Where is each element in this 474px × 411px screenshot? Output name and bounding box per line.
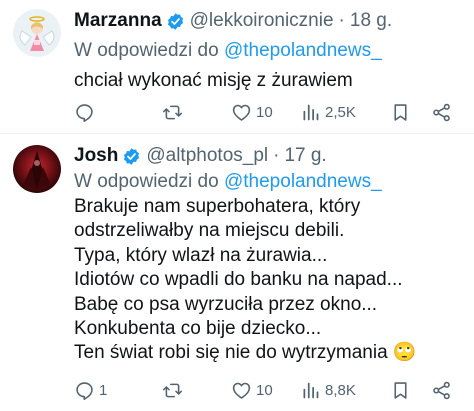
author-handle[interactable]: @lekkoironicznie (190, 9, 334, 33)
share-icon (433, 103, 450, 121)
author-name[interactable]: Marzanna (74, 9, 162, 33)
tweet[interactable]: Josh @altphotos_pl · 17 g. W odpowiedzi … (0, 134, 474, 411)
reply-icon (76, 103, 93, 122)
verified-badge-icon (124, 147, 140, 165)
retweet-icon (162, 383, 183, 397)
share-button[interactable] (431, 100, 452, 124)
retweet-icon (162, 105, 183, 119)
tweet-text-line: Idiotów co wpadli do banku na napad... (74, 269, 403, 291)
author-name[interactable]: Josh (74, 144, 118, 168)
like-count: 10 (256, 103, 273, 121)
avatar[interactable] (13, 145, 61, 193)
reply-context: W odpowiedzi do @thepolandnews_ (74, 170, 382, 194)
share-button[interactable] (431, 378, 452, 402)
views-icon (303, 104, 319, 120)
reply-icon (76, 381, 93, 400)
bookmark-button[interactable] (390, 100, 411, 124)
timestamp[interactable]: 18 g. (350, 9, 392, 33)
timestamp[interactable]: 17 g. (284, 144, 326, 168)
views-button[interactable]: 8,8K (300, 378, 356, 402)
reply-prefix: W odpowiedzi do (74, 171, 219, 192)
reply-context: W odpowiedzi do @thepolandnews_ (74, 39, 382, 63)
views-button[interactable]: 2,5K (300, 100, 356, 124)
views-count: 2,5K (325, 103, 356, 121)
bookmark-button[interactable] (390, 378, 411, 402)
angel-avatar-icon (13, 9, 61, 57)
bookmark-icon (394, 381, 407, 399)
tweet-header: Josh @altphotos_pl · 17 g. (74, 144, 327, 168)
heart-icon (232, 382, 251, 399)
action-bar: 1 10 8,8K (74, 378, 464, 402)
tweet-text-line: Brakuje nam superbohatera, który (74, 196, 361, 217)
views-icon (303, 382, 319, 398)
reply-mention-link[interactable]: @thepolandnews_ (224, 171, 382, 192)
tweet-text-line: odstrzeliwałby na miejscu debili. (74, 220, 345, 242)
like-button[interactable]: 10 (231, 100, 273, 124)
tweet-text-line: Typa, który wlazł na żurawia... (74, 244, 328, 266)
share-icon (433, 381, 450, 399)
like-button[interactable]: 10 (231, 378, 273, 402)
reply-mention-link[interactable]: @thepolandnews_ (224, 40, 382, 61)
like-count: 10 (256, 381, 273, 399)
avatar[interactable] (13, 9, 61, 57)
tweet-text-line: Babę co psa wyrzuciła przez okno... (74, 293, 378, 315)
dark-red-avatar-icon (13, 145, 61, 193)
action-bar: 10 2,5K (74, 100, 464, 124)
reply-count: 1 (99, 381, 108, 399)
separator-dot: · (338, 10, 345, 31)
tweet-header: Marzanna @lekkoironicznie · 18 g. (74, 9, 392, 33)
retweet-button[interactable] (162, 100, 187, 124)
tweet-text: Brakuje nam superbohatera, który odstrze… (74, 195, 469, 366)
reply-button[interactable]: 1 (74, 378, 107, 402)
reply-button[interactable] (74, 100, 99, 124)
tweet-text-line: chciał wykonać misję z żurawiem (74, 70, 353, 91)
views-count: 8,8K (325, 381, 356, 399)
separator-dot: · (273, 145, 280, 166)
tweet-text-line: Ten świat robi się nie do wytrzymania 🙄 (74, 342, 417, 364)
author-handle[interactable]: @altphotos_pl (146, 144, 268, 168)
tweet-text: chciał wykonać misję z żurawiem (74, 69, 469, 93)
bookmark-icon (394, 103, 407, 121)
reply-prefix: W odpowiedzi do (74, 40, 219, 61)
heart-icon (232, 104, 251, 121)
tweet-text-line: Konkubenta co bije dziecko... (74, 318, 322, 340)
retweet-button[interactable] (162, 378, 187, 402)
tweet[interactable]: Marzanna @lekkoironicznie · 18 g. W odpo… (0, 0, 474, 133)
verified-badge-icon (167, 12, 183, 30)
